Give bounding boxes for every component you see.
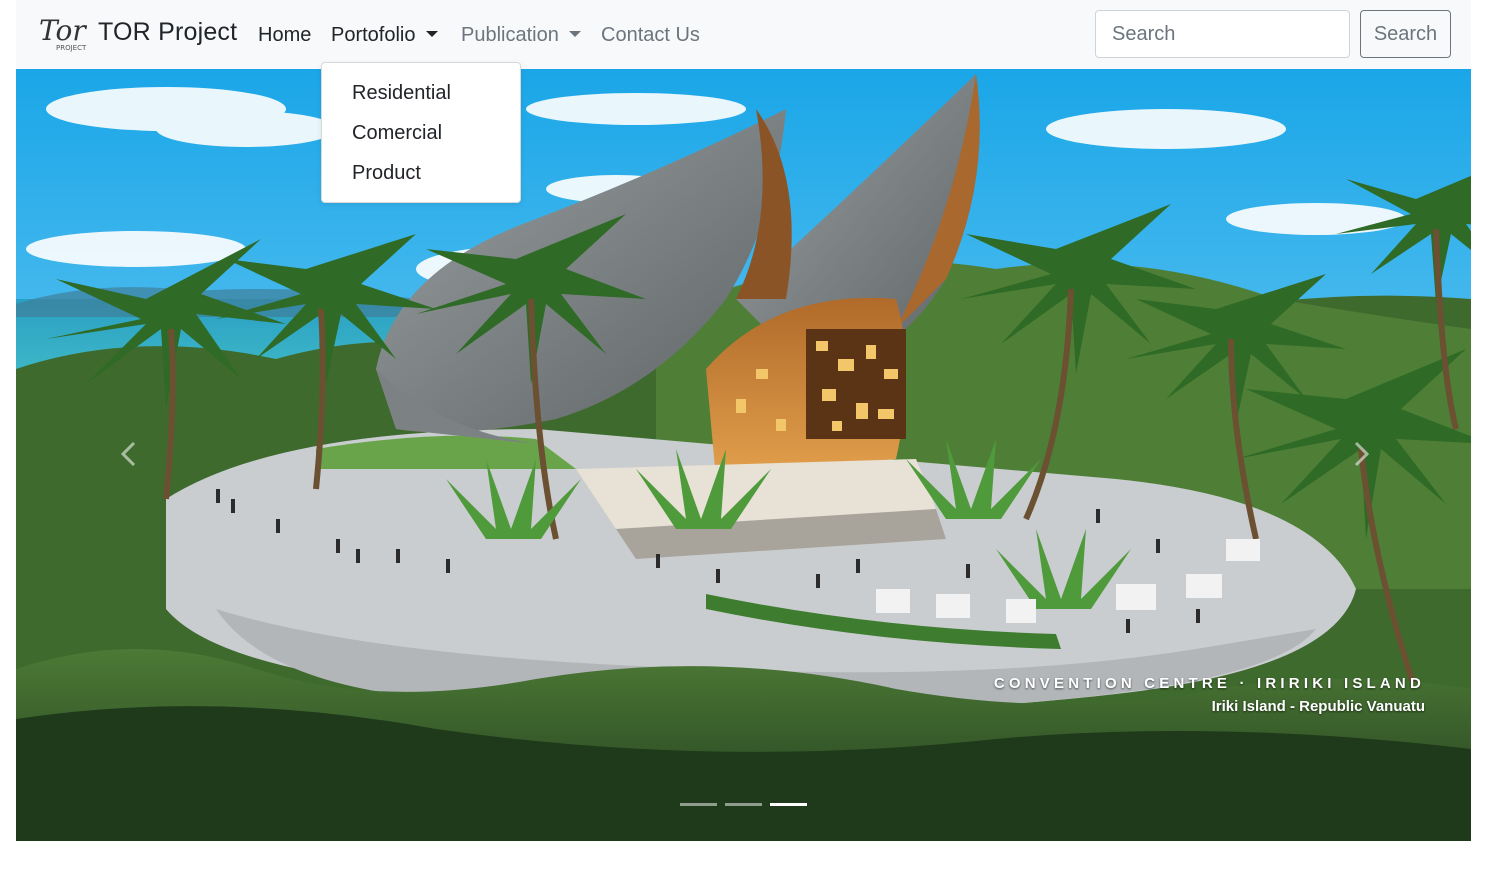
nav-publication-dropdown[interactable]: Publication — [461, 22, 581, 48]
brand-logo: Tor PROJECT — [39, 14, 87, 52]
brand-logo-text: Tor — [39, 14, 87, 47]
nav-publication-label: Publication — [461, 24, 559, 46]
dropdown-item-product[interactable]: Product — [322, 153, 520, 193]
dropdown-item-comercial[interactable]: Comercial — [322, 113, 520, 153]
caption-subtitle: Iriki Island - Republic Vanuatu — [1211, 698, 1425, 715]
caret-down-icon — [568, 31, 581, 37]
brand-name: TOR Project — [98, 17, 238, 46]
nav-contact-label: Contact Us — [601, 24, 700, 46]
carousel-prev-button[interactable] — [108, 424, 148, 484]
carousel-indicators — [680, 803, 807, 806]
top-navbar: Tor PROJECT TOR Project Home Portofolio … — [16, 0, 1471, 69]
nav-contact-us[interactable]: Contact Us — [601, 22, 700, 48]
hero-image — [16, 69, 1471, 841]
hero-carousel: CONVENTION CENTRE · IRIRIKI ISLAND Iriki… — [16, 69, 1471, 841]
carousel-indicator-1[interactable] — [680, 803, 717, 806]
nav-portofolio-label: Portofolio — [331, 24, 416, 46]
nav-portofolio-dropdown[interactable]: Portofolio — [331, 22, 438, 48]
portofolio-dropdown-menu: Residential Comercial Product — [321, 62, 521, 203]
brand-link[interactable]: Tor PROJECT TOR Project — [38, 12, 237, 52]
chevron-right-icon — [1354, 441, 1370, 467]
search-button[interactable]: Search — [1360, 10, 1451, 58]
carousel-indicator-2[interactable] — [725, 803, 762, 806]
carousel-next-button[interactable] — [1342, 424, 1382, 484]
caption-title: CONVENTION CENTRE · IRIRIKI ISLAND — [993, 675, 1425, 692]
brand-logo-subtext: PROJECT — [56, 44, 87, 52]
nav-home-label: Home — [258, 24, 312, 46]
search-input[interactable] — [1095, 10, 1350, 58]
dropdown-item-residential[interactable]: Residential — [322, 73, 520, 113]
caret-down-icon — [425, 31, 438, 37]
carousel-indicator-3[interactable] — [770, 803, 807, 806]
chevron-left-icon — [120, 441, 136, 467]
nav-home[interactable]: Home — [258, 22, 311, 48]
slide-caption: CONVENTION CENTRE · IRIRIKI ISLAND Iriki… — [994, 675, 1425, 715]
